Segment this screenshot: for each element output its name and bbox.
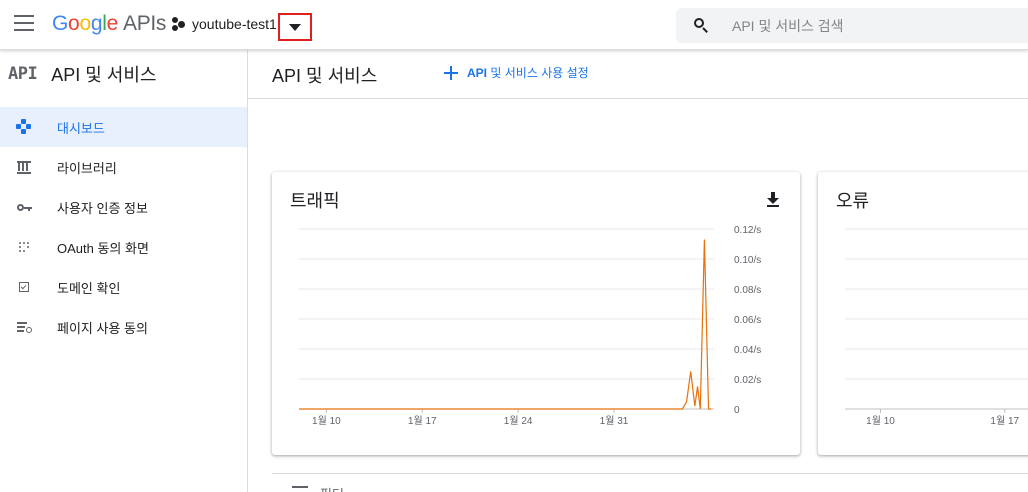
sidebar-item-dashboard[interactable]: 대시보드 <box>0 107 247 147</box>
sidebar: API API 및 서비스 대시보드 라이브러리 사용자 인증 정보 OAuth… <box>0 50 248 492</box>
sidebar-item-label: 도메인 확인 <box>57 280 121 296</box>
x-tick-label: 1월 10 <box>866 415 895 427</box>
search-bar[interactable] <box>676 8 1028 43</box>
traffic-card: 트래픽 0 0.02/s 0.04/s 0.06/s 0.08/s 0.10/s 0.12/… <box>272 172 800 455</box>
series-line <box>299 239 712 410</box>
google-apis-logo[interactable]: Google APIs <box>52 12 166 36</box>
enable-apis-label-strong: API <box>467 66 488 80</box>
y-tick-label: 0.02/s <box>734 375 761 386</box>
key-icon <box>16 199 32 215</box>
logo-letter: G <box>52 12 69 35</box>
y-tick-label: 0.06/s <box>734 315 761 326</box>
sidebar-item-domain-verification[interactable]: 도메인 확인 <box>0 267 247 307</box>
x-tick-label: 1월 31 <box>600 415 629 427</box>
x-tick-label: 1월 24 <box>504 415 533 427</box>
x-tick-label: 1월 17 <box>990 415 1019 427</box>
y-tick-label: 0.04/s <box>734 345 761 356</box>
y-tick-label: 0 <box>734 405 740 416</box>
sidebar-header: API API 및 서비스 <box>0 50 247 98</box>
caret-down-icon <box>289 23 301 31</box>
enable-apis-label: API 및 서비스 사용 설정 <box>467 64 589 81</box>
y-tick-label: 0.12/s <box>734 225 761 236</box>
logo-letter: e <box>106 12 119 35</box>
sidebar-item-oauth-consent[interactable]: OAuth 동의 화면 <box>0 227 247 267</box>
filter-label[interactable]: 필터 <box>320 484 344 492</box>
top-bar: Google APIs youtube-test1 <box>0 0 1028 50</box>
x-tick-label: 1월 17 <box>408 415 437 427</box>
dashboard-icon <box>16 119 32 135</box>
sidebar-item-label: 라이브러리 <box>57 160 117 176</box>
page-header: API 및 서비스 API 및 서비스 사용 설정 <box>248 50 1028 99</box>
sidebar-title: API 및 서비스 <box>51 65 157 85</box>
filter-icon[interactable] <box>292 486 308 488</box>
search-input[interactable] <box>732 8 1022 43</box>
sidebar-item-label: 페이지 사용 동의 <box>57 320 148 336</box>
page-title: API 및 서비스 <box>272 66 378 86</box>
menu-icon[interactable] <box>14 15 34 33</box>
traffic-chart: 0 0.02/s 0.04/s 0.06/s 0.08/s 0.10/s 0.12/s 1월 … <box>299 225 761 427</box>
project-dropdown-button[interactable] <box>278 13 312 41</box>
errors-chart: 1월 10 1월 17 <box>845 228 1028 427</box>
project-name: youtube-test1 <box>192 16 277 32</box>
errors-card: 오류 1월 10 1월 17 <box>818 172 1028 455</box>
search-icon <box>694 18 708 33</box>
oauth-icon <box>16 239 32 255</box>
main-content: API 및 서비스 API 및 서비스 사용 설정 트래픽 0 0.02/s 0.0… <box>248 50 1028 492</box>
sidebar-item-page-usage-agreements[interactable]: 페이지 사용 동의 <box>0 307 247 347</box>
app-window: GoogleAPIs youtube-test1 API API 및 서비스 대… <box>0 0 1028 492</box>
plus-icon <box>444 65 458 80</box>
sidebar-nav: 대시보드 라이브러리 사용자 인증 정보 OAuth 동의 화면 도메인 확인 … <box>0 107 247 347</box>
enable-apis-button[interactable]: API 및 서비스 사용 설정 <box>444 64 589 81</box>
project-selector[interactable]: youtube-test1 <box>172 16 277 32</box>
logo-letter: o <box>68 12 80 35</box>
sidebar-item-label: OAuth 동의 화면 <box>57 240 149 256</box>
library-icon <box>16 159 32 175</box>
api-icon: API <box>8 64 38 84</box>
project-hierarchy-icon <box>172 17 186 31</box>
sidebar-item-label: 사용자 인증 정보 <box>57 200 148 216</box>
checkbox-icon <box>16 279 32 295</box>
settings-list-icon <box>16 319 32 335</box>
sidebar-item-credentials[interactable]: 사용자 인증 정보 <box>0 187 247 227</box>
filter-row: 필터 <box>272 473 1028 492</box>
logo-suffix: APIs <box>122 12 167 35</box>
x-tick-label: 1월 10 <box>312 415 341 427</box>
logo-letter: g <box>90 12 103 35</box>
logo-letter: o <box>79 12 91 35</box>
sidebar-item-library[interactable]: 라이브러리 <box>0 147 247 187</box>
sidebar-item-label: 대시보드 <box>57 120 105 136</box>
y-tick-label: 0.08/s <box>734 285 761 296</box>
y-tick-label: 0.10/s <box>734 255 761 266</box>
enable-apis-label-rest: 및 서비스 사용 설정 <box>490 66 589 80</box>
